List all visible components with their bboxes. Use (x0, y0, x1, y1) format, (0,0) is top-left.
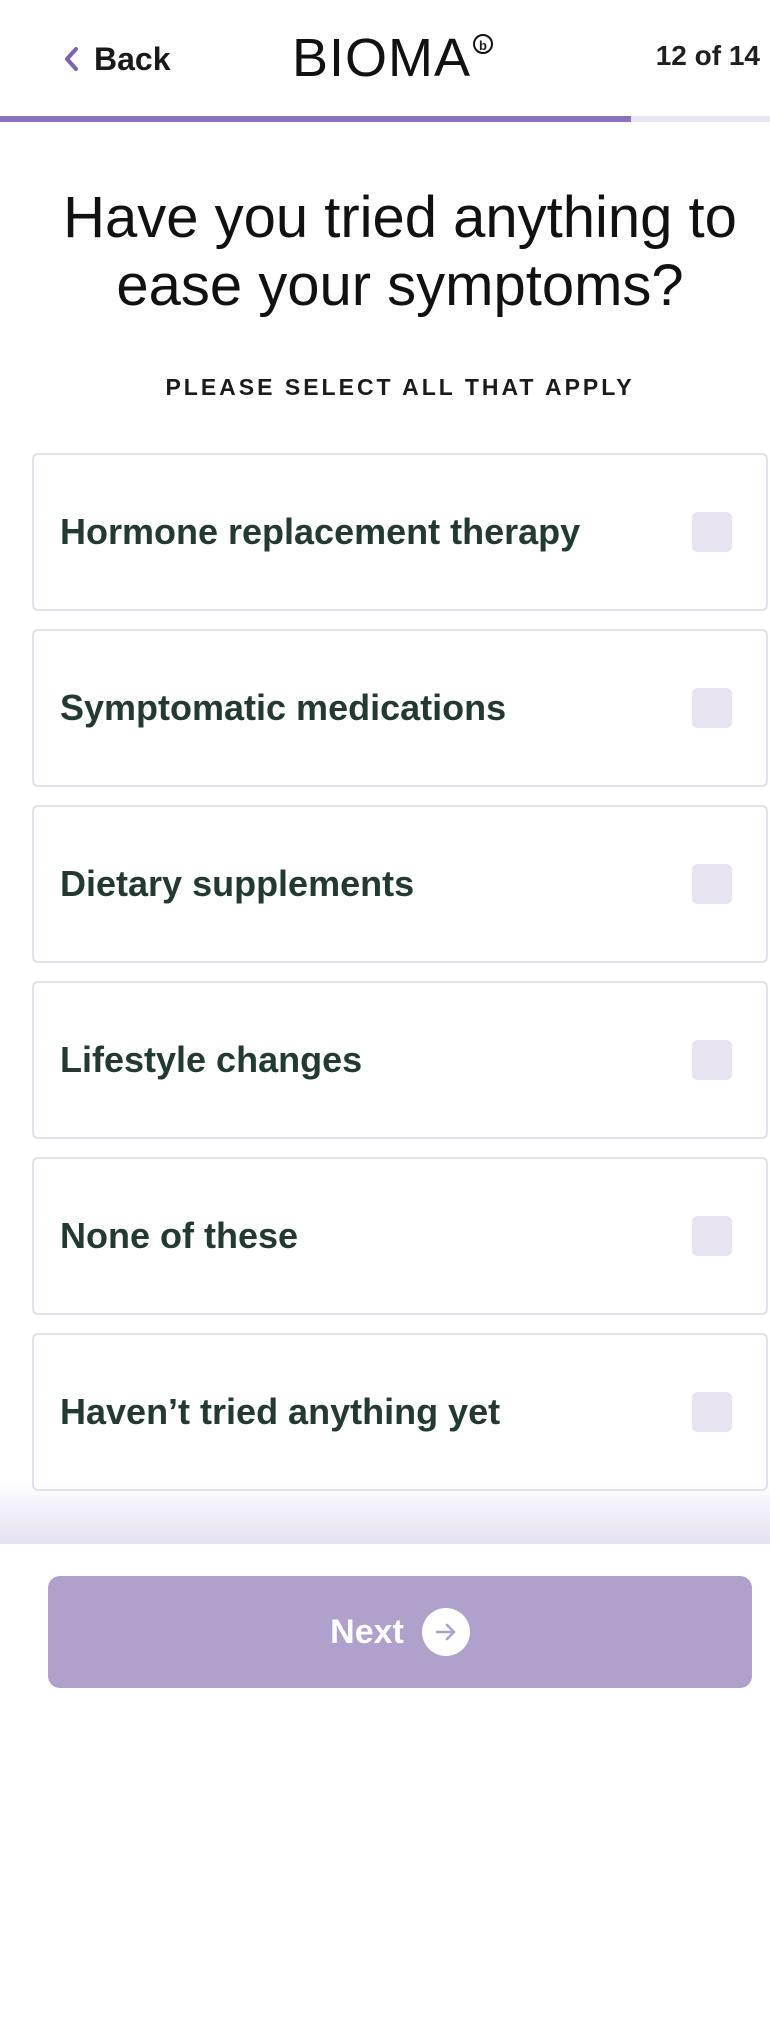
option-checkbox[interactable] (692, 864, 732, 904)
options-list: Hormone replacement therapy Symptomatic … (32, 453, 768, 1509)
progress-fill (0, 116, 632, 122)
option-label: Haven’t tried anything yet (60, 1391, 501, 1432)
arrow-right-icon (421, 1608, 470, 1656)
option-symptomatic-medications[interactable]: Symptomatic medications (32, 629, 768, 787)
option-label: Symptomatic medications (60, 687, 507, 728)
chevron-left-icon (65, 47, 78, 71)
footer: Next (0, 1544, 770, 2022)
option-havent-tried-anything-yet[interactable]: Haven’t tried anything yet (32, 1333, 768, 1491)
option-none-of-these[interactable]: None of these (32, 1157, 768, 1315)
option-checkbox[interactable] (692, 1392, 732, 1432)
back-button[interactable]: Back (64, 36, 171, 82)
option-label: None of these (60, 1215, 299, 1256)
header: Back BIOMA b 12 of 14 (0, 0, 770, 116)
logo-text: BIOMA (292, 28, 472, 88)
option-label: Lifestyle changes (60, 1039, 363, 1080)
option-checkbox[interactable] (692, 1040, 732, 1080)
next-button[interactable]: Next (48, 1576, 752, 1688)
option-label: Dietary supplements (60, 863, 415, 904)
step-counter: 12 of 14 (655, 40, 760, 71)
option-hormone-replacement-therapy[interactable]: Hormone replacement therapy (32, 453, 768, 611)
option-checkbox[interactable] (692, 1216, 732, 1256)
progress-bar (0, 116, 770, 122)
logo-mark: b (473, 34, 494, 54)
next-label: Next (330, 1612, 404, 1651)
option-label: Hormone replacement therapy (60, 511, 581, 552)
option-checkbox[interactable] (692, 512, 732, 552)
bioma-logo: BIOMA b (292, 28, 494, 88)
question-instruction: PLEASE SELECT ALL THAT APPLY (165, 374, 635, 400)
question-title: Have you tried anything to ease your sym… (63, 185, 737, 318)
option-checkbox[interactable] (692, 688, 732, 728)
option-dietary-supplements[interactable]: Dietary supplements (32, 805, 768, 963)
back-label: Back (94, 40, 171, 77)
option-lifestyle-changes[interactable]: Lifestyle changes (32, 981, 768, 1139)
